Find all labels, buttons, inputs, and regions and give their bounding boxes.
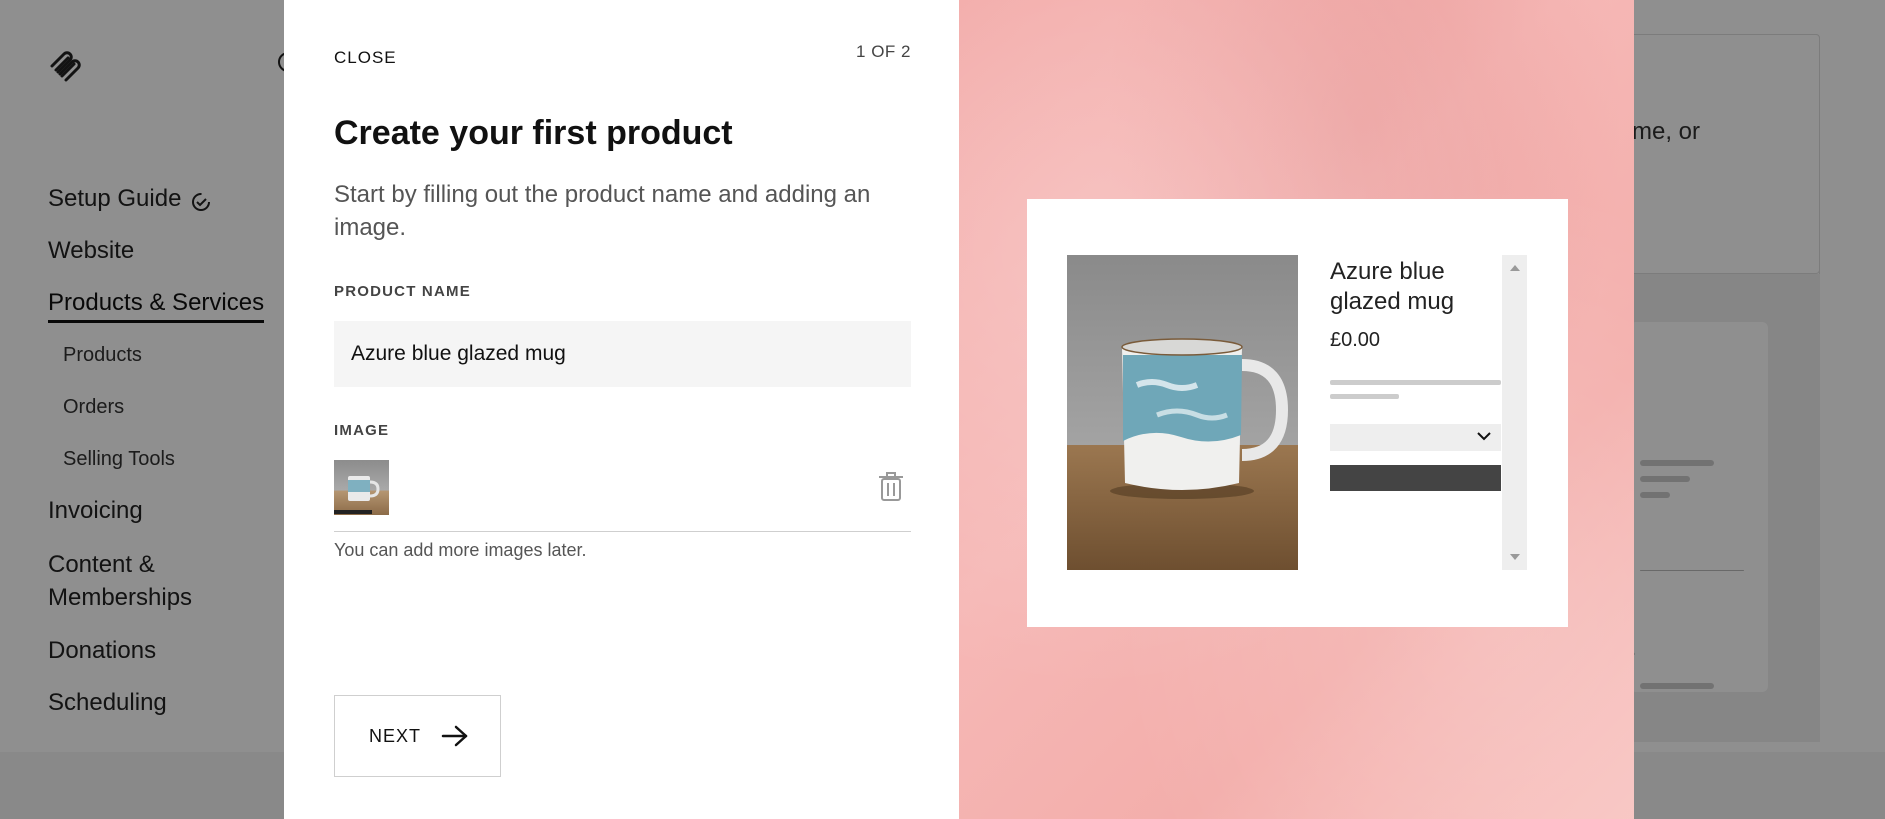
image-hint: You can add more images later.: [334, 540, 587, 560]
product-preview-image: [1067, 255, 1298, 570]
create-product-dialog: CLOSE 1 OF 2 Create your first product S…: [284, 0, 959, 819]
preview-scrollbar: [1502, 255, 1527, 570]
close-button[interactable]: CLOSE: [334, 48, 397, 68]
product-preview-card: Azure blue glazed mug £0.00: [1027, 199, 1568, 627]
trash-icon[interactable]: [878, 472, 904, 502]
arrow-right-icon: [441, 725, 468, 747]
image-divider: [334, 531, 911, 532]
image-label: IMAGE: [334, 422, 390, 439]
mug-photo-image: [1067, 255, 1298, 570]
preview-description-placeholder: [1330, 380, 1501, 385]
dialog-title: Create your first product: [334, 114, 733, 152]
scroll-up-icon: [1510, 265, 1520, 271]
thumbnail-selected-indicator: [334, 510, 372, 514]
dialog-subtitle: Start by filling out the product name an…: [334, 181, 871, 241]
preview-product-price: £0.00: [1330, 329, 1381, 351]
scroll-down-icon: [1510, 554, 1520, 560]
product-name-label: PRODUCT NAME: [334, 283, 471, 300]
product-name-input[interactable]: [334, 321, 911, 387]
next-button[interactable]: NEXT: [334, 695, 501, 777]
preview-add-to-cart-button: [1330, 465, 1501, 491]
preview-product-name: Azure blue glazed mug: [1330, 258, 1455, 315]
product-image-thumbnail[interactable]: [334, 460, 389, 515]
mug-thumbnail-image: [348, 476, 380, 501]
product-preview-panel: Azure blue glazed mug £0.00: [959, 0, 1634, 819]
preview-description-placeholder: [1330, 394, 1399, 399]
step-indicator: 1 OF 2: [856, 42, 911, 61]
chevron-down-icon: [1477, 432, 1491, 441]
next-button-label: NEXT: [369, 725, 422, 746]
